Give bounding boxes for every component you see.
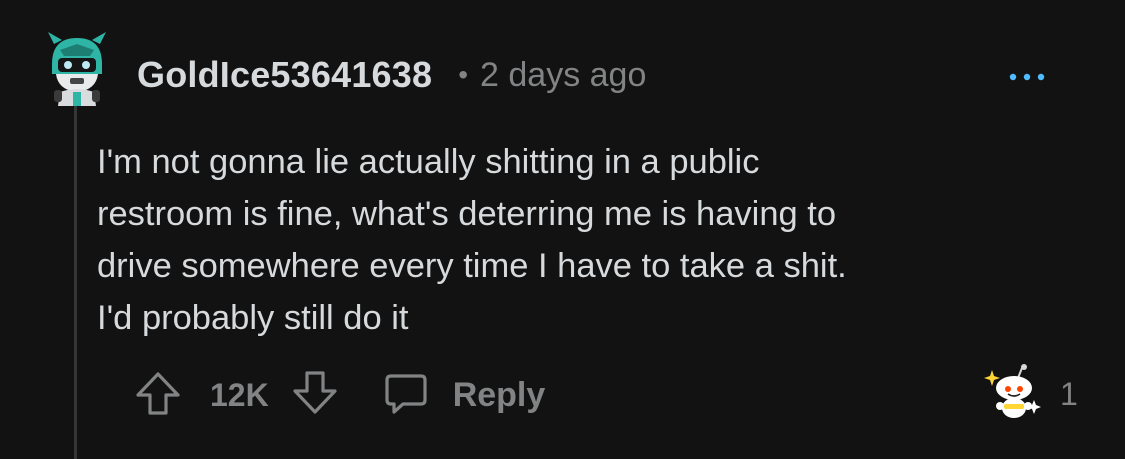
timestamp[interactable]: 2 days ago — [480, 56, 646, 95]
award-badge[interactable]: 1 — [984, 362, 1078, 427]
award-count: 1 — [1060, 376, 1078, 412]
speech-bubble-icon — [383, 370, 429, 421]
comment-actions: 12K Reply — [134, 366, 545, 424]
more-options-icon — [1008, 68, 1046, 86]
username-link[interactable]: GoldIce53641638 — [137, 54, 432, 96]
snoo-award-icon — [984, 362, 1044, 427]
downvote-arrow-icon — [291, 369, 339, 422]
comment-body: I'm not gonna lie actually shitting in a… — [97, 143, 847, 337]
downvote-button[interactable] — [291, 369, 339, 422]
reply-label: Reply — [452, 375, 546, 414]
reply-button[interactable]: Reply — [383, 370, 546, 421]
thread-line[interactable] — [74, 104, 77, 459]
more-options-button[interactable] — [1003, 62, 1051, 92]
separator-dot: • — [458, 59, 469, 90]
comment-header: GoldIce53641638 • 2 days ago — [137, 52, 646, 98]
vote-count: 12K — [210, 376, 269, 413]
upvote-button[interactable] — [134, 369, 182, 422]
upvote-arrow-icon — [134, 369, 182, 422]
user-avatar[interactable] — [46, 30, 108, 108]
